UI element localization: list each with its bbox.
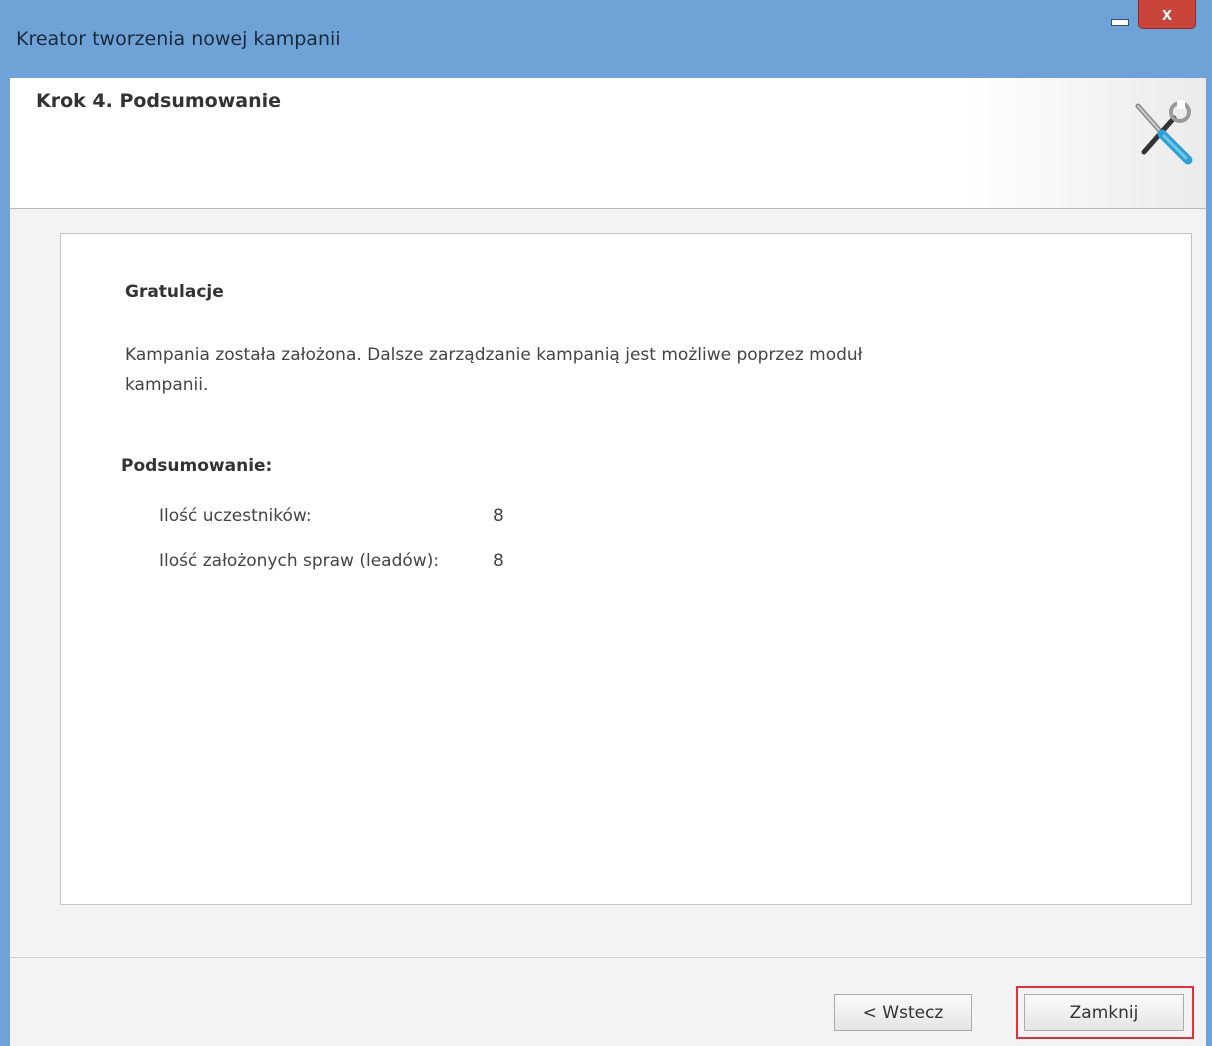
congrats-heading: Gratulacje — [125, 282, 224, 302]
title-bar[interactable]: Kreator tworzenia nowej kampanii x — [10, 0, 1206, 78]
summary-row-leads: Ilość założonych spraw (leadów): 8 — [159, 551, 504, 571]
summary-value: 8 — [493, 506, 504, 526]
close-icon: x — [1161, 3, 1172, 24]
back-button[interactable]: < Wstecz — [834, 994, 972, 1031]
minimize-button[interactable] — [1102, 1, 1138, 29]
close-button[interactable]: Zamknij — [1024, 994, 1184, 1031]
wizard-window: Kreator tworzenia nowej kampanii x Krok … — [0, 0, 1212, 1046]
summary-label: Ilość założonych spraw (leadów): — [159, 551, 440, 571]
summary-panel: Gratulacje Kampania została założona. Da… — [60, 233, 1192, 905]
window-title: Kreator tworzenia nowej kampanii — [16, 28, 341, 50]
minimize-icon — [1111, 18, 1129, 26]
summary-row-participants: Ilość uczestników: 8 — [159, 506, 504, 526]
window-close-button[interactable]: x — [1138, 0, 1196, 29]
success-message: Kampania została założona. Dalsze zarząd… — [125, 345, 863, 395]
step-header: Krok 4. Podsumowanie — [10, 78, 1206, 209]
wizard-footer: < Wstecz Zamknij — [10, 957, 1206, 1046]
summary-heading: Podsumowanie: — [121, 456, 273, 476]
step-title: Krok 4. Podsumowanie — [36, 90, 282, 112]
summary-value: 8 — [493, 551, 504, 571]
tools-icon — [1135, 100, 1193, 165]
summary-label: Ilość uczestników: — [159, 506, 312, 526]
